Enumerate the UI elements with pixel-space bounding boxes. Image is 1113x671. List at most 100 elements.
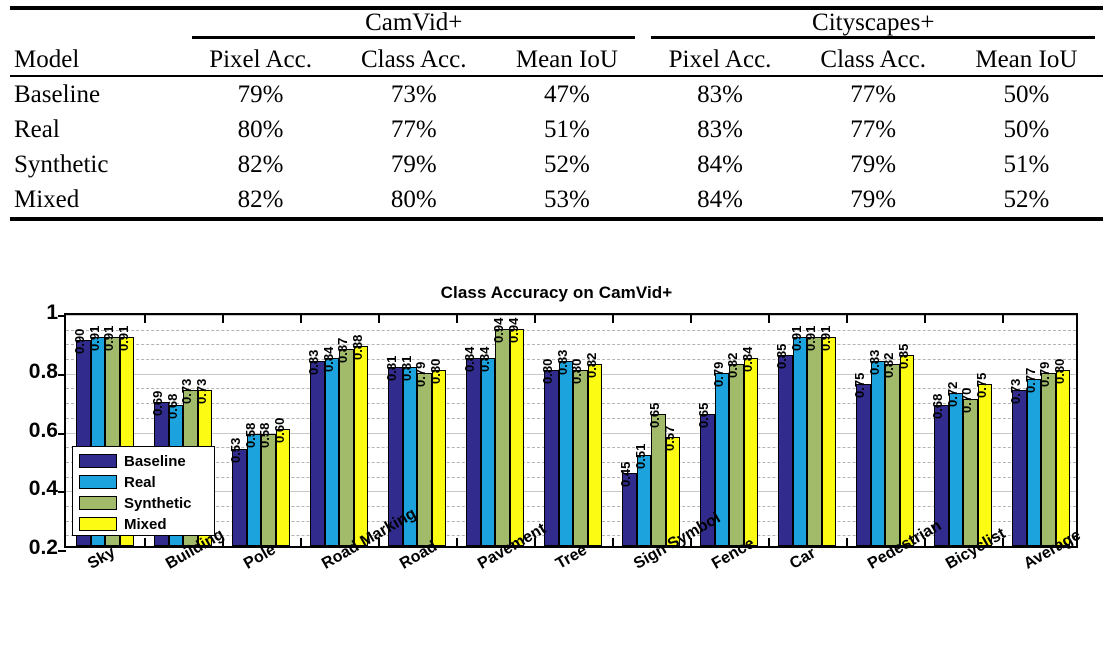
table-row: Baseline 79% 73% 47% 83% 77% 50% (10, 77, 1103, 112)
gridline-minor (66, 344, 1076, 346)
bar-value-label: 0.94 (505, 317, 521, 343)
legend-item-synthetic: Synthetic (79, 493, 214, 513)
table-row: Mixed 82% 80% 53% 84% 79% 52% (10, 182, 1103, 217)
bar-value-label: 0.65 (696, 402, 711, 428)
bar-value-label: 0.68 (164, 393, 180, 419)
row-model-mixed: Mixed (14, 186, 80, 213)
bar-value-label: 0.91 (788, 326, 804, 352)
bar-value-label: 0.45 (618, 461, 633, 487)
bar-value-label: 0.91 (86, 326, 102, 352)
legend-label-mixed: Mixed (124, 515, 167, 533)
bar (509, 328, 524, 546)
bar (870, 360, 885, 546)
bar (339, 349, 354, 546)
cell-real-city-miou: 50% (1003, 116, 1050, 143)
bar (544, 369, 559, 546)
bar-value-label: 0.79 (413, 361, 428, 387)
column-header-camvid-class-acc: Class Acc. (360, 45, 467, 73)
bar-value-label: 0.69 (150, 390, 165, 417)
bar (466, 358, 481, 546)
bar (977, 384, 992, 546)
legend-swatch-synthetic (79, 496, 117, 510)
bar-value-label: 0.73 (1008, 379, 1023, 405)
column-header-cityscapes-mean-iou: Mean IoU (975, 45, 1078, 73)
bar-value-label: 0.91 (101, 326, 116, 352)
chart-title: Class Accuracy on CamVid+ (440, 283, 673, 302)
bar (729, 363, 744, 546)
cell-mixed-camvid-miou: 53% (543, 186, 590, 213)
cell-baseline-city-class: 77% (850, 81, 897, 108)
bar (778, 355, 793, 546)
bar-value-label: 0.83 (306, 349, 321, 375)
bar-value-label: 0.85 (895, 343, 911, 370)
cell-real-city-pixel: 83% (697, 116, 743, 143)
cell-synthetic-city-pixel: 84% (697, 151, 743, 178)
bar (885, 363, 900, 546)
y-axis-tick-label: 0.2 (28, 536, 58, 559)
bar-value-label: 0.88 (349, 334, 365, 361)
bar-value-label: 0.82 (881, 352, 896, 378)
cell-real-camvid-pixel: 80% (237, 116, 284, 143)
bar-value-label: 0.90 (72, 329, 87, 355)
legend-swatch-real (79, 475, 117, 489)
results-table: CamVid+ Cityscapes+ Model Pixel Acc. Cla… (10, 6, 1103, 221)
cell-synthetic-camvid-pixel: 82% (237, 151, 284, 178)
cell-baseline-camvid-miou: 47% (543, 81, 590, 108)
x-axis-tick-mark (300, 538, 302, 547)
bar (1055, 369, 1070, 546)
bar (743, 358, 758, 546)
bar-value-label: 0.87 (335, 337, 350, 364)
y-axis-tick-label: 1 (46, 301, 58, 324)
x-axis-tick-mark (924, 314, 926, 323)
bar (807, 337, 822, 546)
group-header-camvid: CamVid+ (184, 10, 643, 41)
y-axis-tick-mark (58, 315, 66, 317)
bar (232, 449, 247, 546)
bar (856, 384, 871, 546)
bar (573, 369, 588, 546)
bar-value-label: 0.84 (476, 346, 492, 372)
bar-value-label: 0.79 (1037, 361, 1052, 387)
bar (310, 360, 325, 546)
cell-baseline-camvid-class: 73% (390, 81, 437, 108)
x-axis-tick-mark (456, 314, 458, 323)
x-axis-tick-mark (378, 314, 380, 323)
bar (1012, 390, 1027, 546)
bar-value-label: 0.80 (569, 358, 584, 384)
cell-synthetic-city-class: 79% (850, 151, 897, 178)
cell-real-camvid-miou: 51% (543, 116, 590, 143)
bar-value-label: 0.58 (257, 423, 272, 449)
bar (431, 369, 446, 546)
legend-item-baseline: Baseline (79, 451, 214, 471)
legend-item-mixed: Mixed (79, 514, 214, 534)
cell-synthetic-camvid-miou: 52% (543, 151, 590, 178)
bar-value-label: 0.77 (1022, 367, 1038, 393)
bar-value-label: 0.84 (739, 346, 755, 372)
bar-value-label: 0.81 (384, 355, 399, 381)
x-axis-tick-mark (144, 538, 146, 547)
cell-mixed-city-miou: 52% (1003, 186, 1050, 213)
bar (246, 434, 261, 546)
table-group-header-row: CamVid+ Cityscapes+ (10, 10, 1103, 41)
table-bottom-rule (10, 217, 1103, 221)
cell-mixed-camvid-class: 80% (390, 186, 437, 213)
bar (261, 434, 276, 546)
x-axis-tick-mark (846, 314, 848, 323)
gridline-minor (66, 329, 1076, 331)
y-axis-tick-label: 0.6 (28, 418, 58, 442)
table-row: Synthetic 82% 79% 52% 84% 79% 51% (10, 147, 1103, 182)
y-axis-tick-mark (58, 550, 66, 552)
legend-label-synthetic: Synthetic (124, 494, 192, 512)
bar (821, 337, 836, 546)
bar (324, 358, 339, 546)
bar-value-label: 0.83 (554, 349, 570, 375)
bar (963, 399, 978, 546)
x-axis-tick-mark (300, 314, 302, 323)
bar-value-label: 0.68 (930, 393, 945, 419)
bar (1026, 378, 1041, 546)
table-row: Real 80% 77% 51% 83% 77% 50% (10, 112, 1103, 147)
x-axis-tick-mark (612, 538, 614, 547)
bar-value-label: 0.65 (647, 402, 662, 428)
bar-value-label: 0.91 (803, 326, 818, 352)
bar-value-label: 0.60 (271, 417, 287, 443)
